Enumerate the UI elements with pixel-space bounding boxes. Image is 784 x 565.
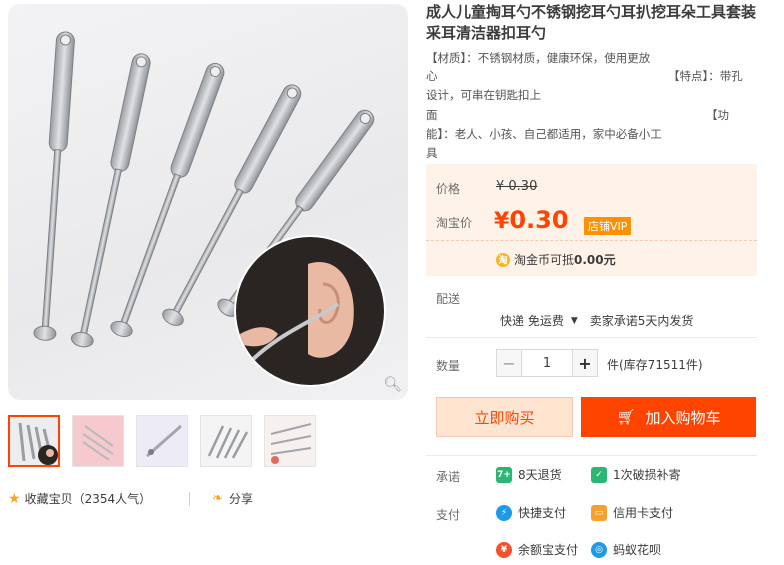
payment-text: 信用卡支付 [613,506,674,520]
divider [426,240,757,241]
decrease-button[interactable]: − [496,349,522,377]
add-to-cart-button[interactable]: 🛒︎ 加入购物车 [581,397,756,437]
share-label[interactable]: 分享 [229,490,253,507]
payment-label: 支付 [436,508,461,522]
product-main-image[interactable] [8,4,408,400]
promise-label: 承诺 [436,470,461,484]
vip-badge[interactable]: 店铺VIP [584,217,632,235]
desc-fragment: 【功 [706,108,729,122]
payment-text: 蚂蚁花呗 [613,543,662,557]
ear-pick-photo [33,31,386,387]
thumbnail-4[interactable] [200,415,252,467]
thumbnail-3[interactable] [136,415,188,467]
7-days-return-icon: 7+ [496,466,512,483]
promise-item-damage[interactable]: ✓ 1次破损补寄 [591,466,681,483]
desc-line: 面 【功 [426,106,756,125]
coin-discount: 淘 淘金币可抵 0.00元 [496,251,616,268]
quantity-stepper: − 1 + [496,349,598,377]
payment-text: 余额宝支付 [518,543,579,557]
promise-text: 1次破损补寄 [613,468,681,482]
shield-check-icon: ✓ [591,466,607,483]
huabei-icon: ◎ [591,541,607,558]
currency-symbol: ¥ [494,209,510,234]
payment-item-quick[interactable]: ⚡ 快捷支付 [496,504,566,521]
payment-text: 快捷支付 [518,506,567,520]
coin-text: 淘金币可抵 [514,253,575,267]
promise-text: 8天退货 [518,468,562,482]
quantity-label: 数量 [436,359,461,373]
social-bar: ★ 收藏宝贝 （2354人气） ❧ 分享 [8,490,253,507]
divider [189,491,191,506]
increase-button[interactable]: + [572,349,598,377]
quick-pay-icon: ⚡ [496,504,512,521]
desc-line: 设计，可串在钥匙扣上 [426,88,541,102]
taobao-price-label: 淘宝价 [436,216,473,230]
shipping-method[interactable]: 快递 免运费 [500,312,564,329]
price-label: 价格 [436,182,461,196]
desc-line: 【材质】：不锈钢材质，健康环保，使用更放 [426,51,651,65]
promise-item-return[interactable]: 7+ 8天退货 [496,466,562,483]
credit-card-icon: ▭ [591,504,607,521]
desc-line: 能】：老人、小孩、自己都适用，家中必备小工 [426,127,662,141]
shipping-promise: 卖家承诺5天内发货 [589,314,694,328]
add-to-cart-label: 加入购物车 [645,408,721,427]
desc-fragment: 【特点】：带孔 [668,69,743,83]
product-title: 成人儿童掏耳勺不锈钢挖耳勺耳扒挖耳朵工具套装采耳清洁器扣耳勺 [426,3,757,42]
desc-fragment: 心 [426,69,438,83]
coin-amount: 0.00元 [574,253,616,267]
divider [426,455,757,456]
stock-count: 件(库存71511件) [607,358,703,372]
buy-now-button[interactable]: 立即购买 [436,397,573,437]
desc-fragment: 面 [426,108,438,122]
divider [426,337,757,338]
payment-item-credit[interactable]: ▭ 信用卡支付 [591,504,673,521]
desc-line: 心 【特点】：带孔 [426,67,756,86]
price-value: 0.30 [509,206,569,234]
shipping-info: 快递 免运费 ▼ 卖家承诺5天内发货 [500,312,693,329]
thumbnail-strip [8,415,316,467]
current-price: ¥0.30 [494,206,569,234]
taojinbi-icon: 淘 [496,252,510,267]
favorite-count: （2354人气） [72,492,152,506]
thumbnail-2[interactable] [72,415,124,467]
original-price: ¥ 0.30 [496,179,538,194]
magnifier-icon[interactable]: 🔍︎ [383,375,402,393]
yuebao-icon: ¥ [496,541,512,558]
desc-line: 具 [426,146,438,160]
shipping-label: 配送 [436,292,461,306]
quantity-input[interactable]: 1 [522,349,572,377]
cart-icon: 🛒︎ [616,408,636,426]
payment-item-huabei[interactable]: ◎ 蚂蚁花呗 [591,541,661,558]
star-icon[interactable]: ★ [8,491,21,507]
price-panel: 价格 ¥ 0.30 淘宝价 ¥0.30 店铺VIP 淘 淘金币可抵 0.00元 [426,164,757,276]
product-description: 【材质】：不锈钢材质，健康环保，使用更放 心 【特点】：带孔 设计，可串在钥匙扣… [426,49,756,163]
favorite-label[interactable]: 收藏宝贝 [25,490,73,507]
payment-item-yuebao[interactable]: ¥ 余额宝支付 [496,541,578,558]
caret-down-icon[interactable]: ▼ [571,316,578,326]
thumbnail-1[interactable] [8,415,60,467]
thumbnail-5[interactable] [264,415,316,467]
share-icon[interactable]: ❧ [212,491,223,506]
